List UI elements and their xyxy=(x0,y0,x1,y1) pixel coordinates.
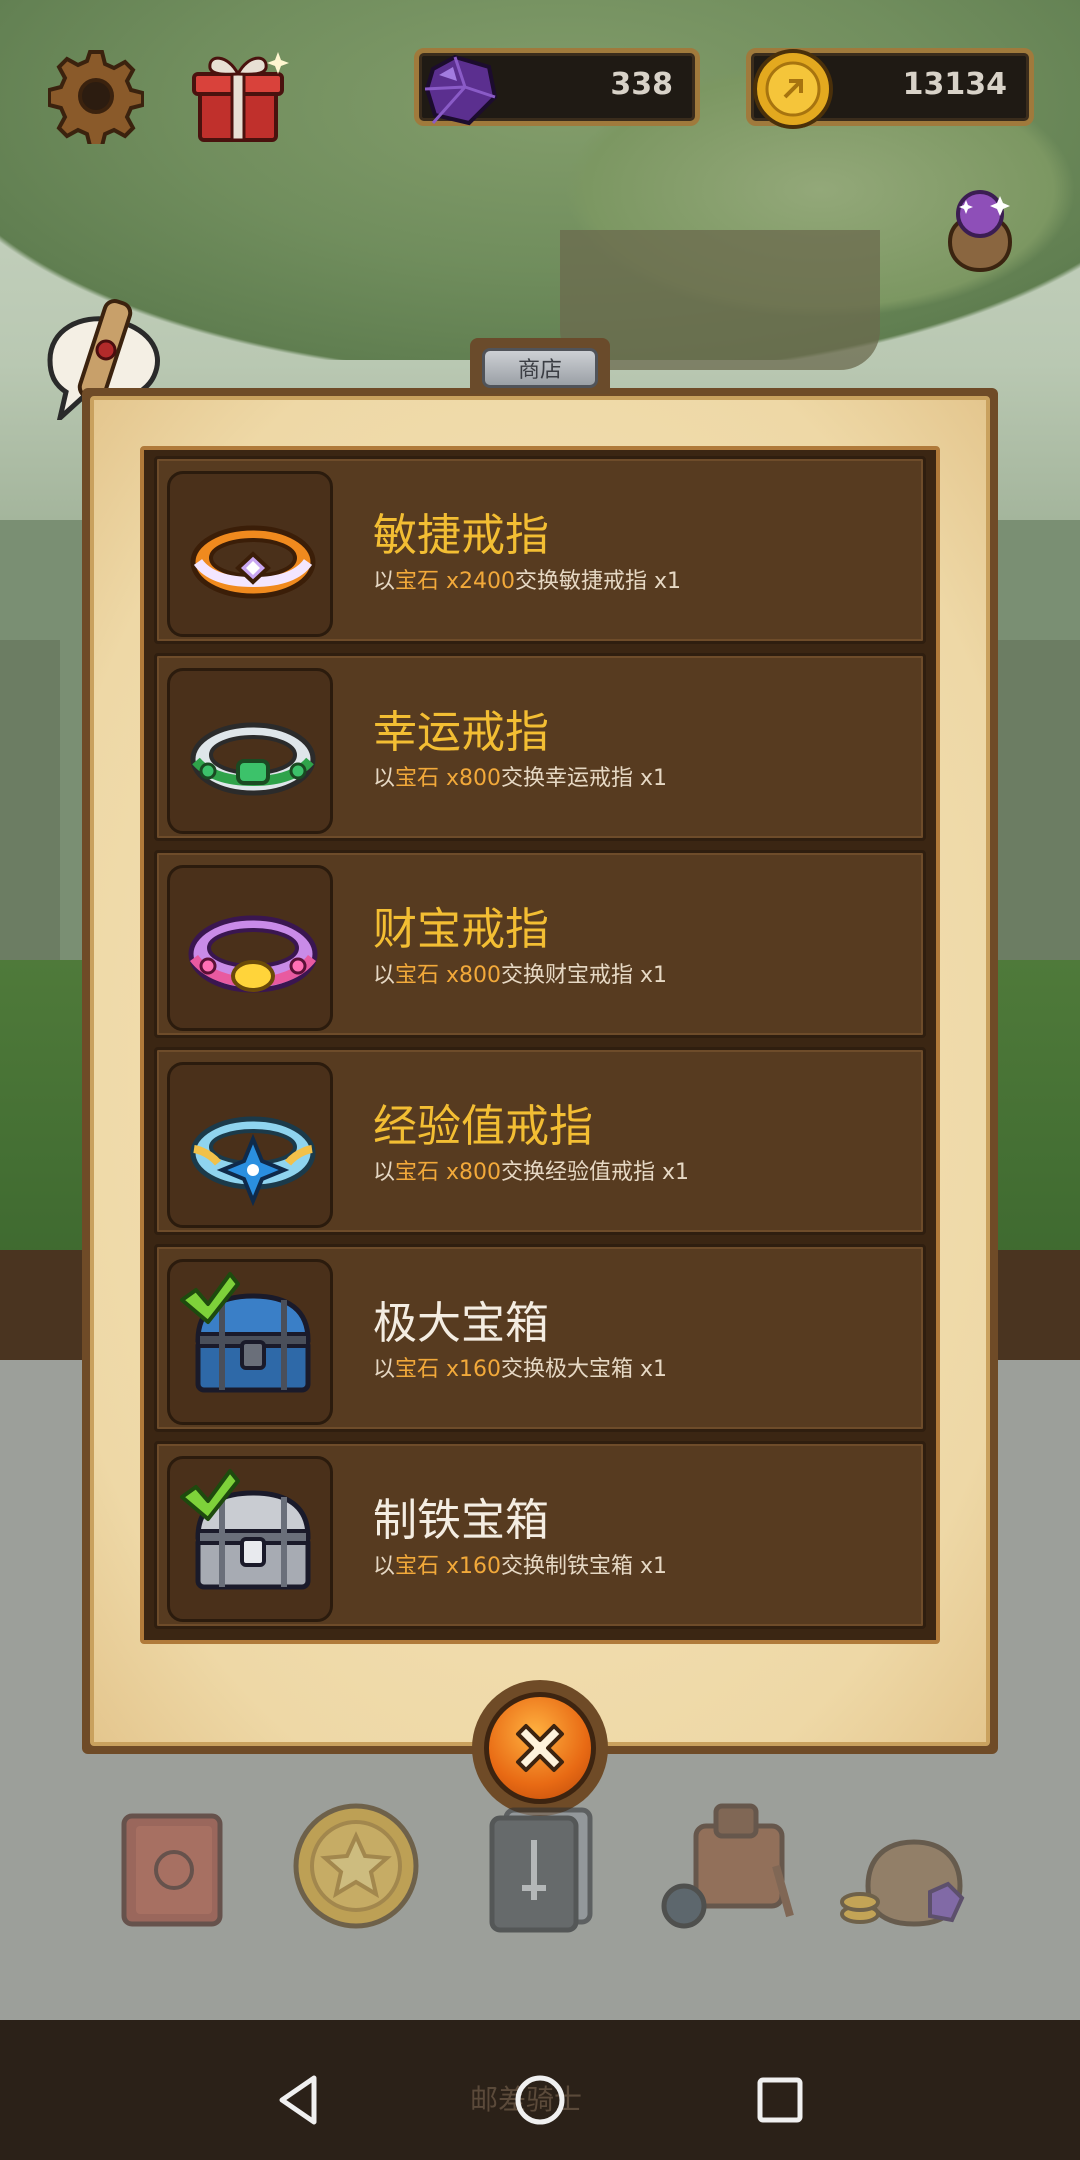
system-recent-apps-icon[interactable] xyxy=(750,2070,810,2130)
item-icon-slot xyxy=(167,471,333,637)
stone-wall-right xyxy=(990,640,1080,960)
item-title: 极大宝箱 xyxy=(373,1298,549,1349)
shop-tab: 商店 xyxy=(470,338,610,394)
item-title: 经验值戒指 xyxy=(373,1101,593,1152)
treasure-ring-icon xyxy=(188,915,318,993)
nav-coin-icon[interactable] xyxy=(286,1796,426,1936)
purchased-checkmark-icon xyxy=(180,1469,240,1521)
item-title: 幸运戒指 xyxy=(373,707,549,758)
item-description: 以宝石 x800交换幸运戒指 x1 xyxy=(373,766,668,791)
experience-ring-icon xyxy=(190,1116,316,1207)
item-icon-slot xyxy=(167,668,333,834)
gem-counter: 338 xyxy=(414,48,700,126)
shop-item-experience-ring[interactable]: 经验值戒指 以宝石 x800交换经验值戒指 x1 xyxy=(154,1047,926,1235)
item-icon-slot xyxy=(167,1456,333,1622)
item-title: 敏捷戒指 xyxy=(373,510,549,561)
system-home-icon[interactable] xyxy=(510,2070,570,2130)
agility-ring-icon xyxy=(190,525,316,599)
gem-count: 338 xyxy=(610,67,673,102)
item-icon-slot xyxy=(167,1259,333,1425)
purchased-checkmark-icon xyxy=(180,1272,240,1324)
shop-item-luck-ring[interactable]: 幸运戒指 以宝石 x800交换幸运戒指 x1 xyxy=(154,653,926,841)
system-back-icon[interactable] xyxy=(270,2070,330,2130)
item-icon-slot xyxy=(167,1062,333,1228)
nav-cards-icon[interactable] xyxy=(470,1796,610,1936)
shop-item-iron-chest[interactable]: 制铁宝箱 以宝石 x160交换制铁宝箱 x1 xyxy=(154,1441,926,1629)
item-description: 以宝石 x2400交换敏捷戒指 x1 xyxy=(373,569,682,594)
nav-book-icon[interactable] xyxy=(106,1796,246,1936)
nav-backpack-icon[interactable] xyxy=(656,1796,796,1936)
settings-gear-icon[interactable] xyxy=(48,48,144,144)
nav-loot-bag-icon[interactable] xyxy=(838,1796,978,1936)
coin-counter: 13134 xyxy=(746,48,1034,129)
stone-wall-left xyxy=(0,640,60,960)
shop-tab-label: 商店 xyxy=(482,348,598,388)
shop-item-list: 敏捷戒指 以宝石 x2400交换敏捷戒指 x1 幸运戒指 以宝石 x800交换幸… xyxy=(140,446,940,1644)
shop-item-agility-ring[interactable]: 敏捷戒指 以宝石 x2400交换敏捷戒指 x1 xyxy=(154,456,926,644)
gift-box-icon[interactable] xyxy=(186,46,290,146)
item-description: 以宝石 x160交换极大宝箱 x1 xyxy=(373,1357,668,1382)
item-description: 以宝石 x800交换经验值戒指 x1 xyxy=(373,1160,690,1185)
luck-ring-icon xyxy=(190,722,316,796)
item-title: 财宝戒指 xyxy=(373,904,549,955)
magic-bag-icon[interactable] xyxy=(930,180,1030,280)
shop-item-treasure-ring[interactable]: 财宝戒指 以宝石 x800交换财宝戒指 x1 xyxy=(154,850,926,1038)
shop-item-huge-chest[interactable]: 极大宝箱 以宝石 x160交换极大宝箱 x1 xyxy=(154,1244,926,1432)
gold-coin-icon xyxy=(753,49,833,129)
coin-count: 13134 xyxy=(902,67,1007,102)
close-icon xyxy=(516,1724,564,1772)
purple-gem-icon xyxy=(424,54,498,126)
item-icon-slot xyxy=(167,865,333,1031)
item-title: 制铁宝箱 xyxy=(373,1495,549,1546)
item-description: 以宝石 x800交换财宝戒指 x1 xyxy=(373,963,668,988)
item-description: 以宝石 x160交换制铁宝箱 x1 xyxy=(373,1554,668,1579)
